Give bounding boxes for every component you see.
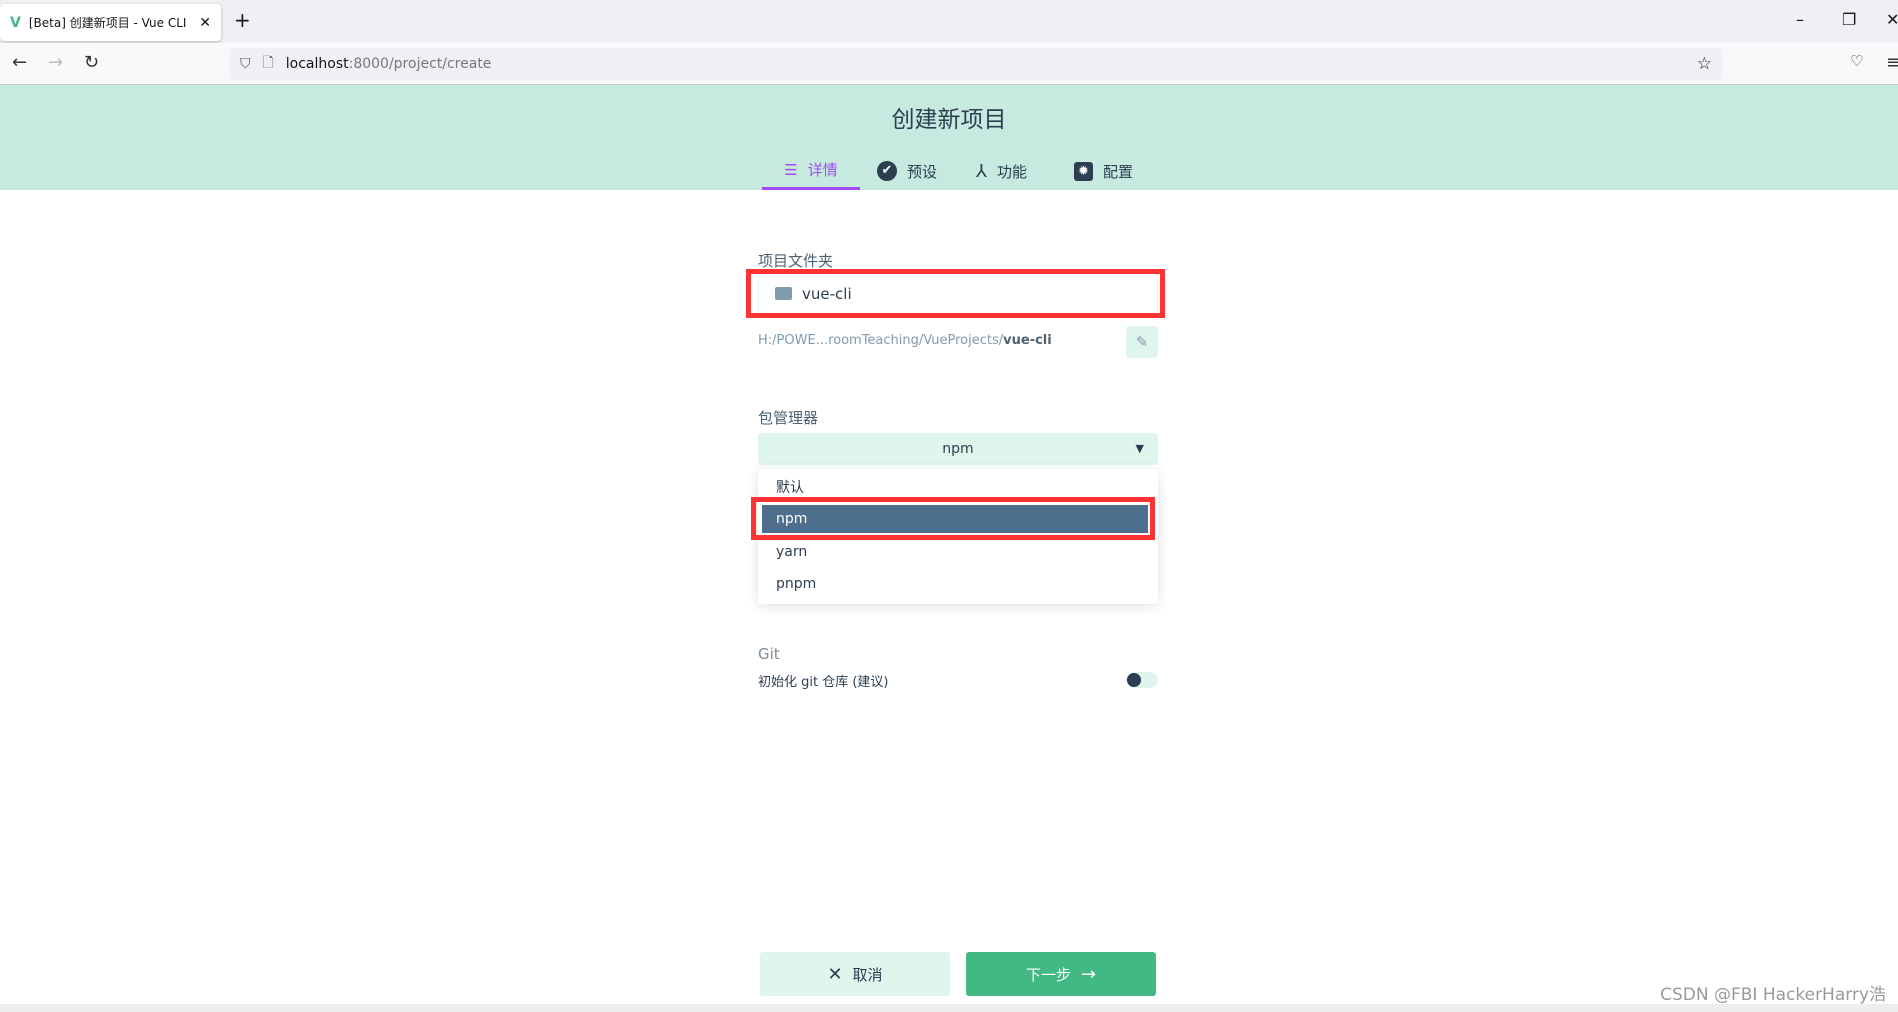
new-tab-button[interactable]: +: [234, 8, 251, 32]
option-yarn[interactable]: yarn: [762, 538, 1148, 566]
browser-tab[interactable]: V [Beta] 创建新项目 - Vue CLI ✕: [0, 4, 221, 41]
next-button[interactable]: 下一步 →: [966, 952, 1156, 996]
edit-path-button[interactable]: ✎: [1126, 326, 1158, 358]
reload-icon[interactable]: ↻: [84, 52, 99, 73]
project-path: H:/POWE...roomTeaching/VueProjects/vue-c…: [758, 333, 1052, 348]
tab-label: 配置: [1103, 162, 1134, 181]
path-name: vue-cli: [1003, 333, 1052, 348]
folder-label: 项目文件夹: [758, 252, 834, 270]
page-icon: 🗋: [262, 55, 274, 71]
package-manager-label: 包管理器: [758, 409, 819, 427]
tab-features[interactable]: ⅄ 功能: [976, 152, 1027, 190]
tab-config[interactable]: ✹ 配置: [1074, 152, 1133, 190]
close-icon: ✕: [827, 963, 843, 985]
menu-icon[interactable]: ≡: [1886, 52, 1898, 73]
bookmark-star-icon[interactable]: ☆: [1697, 54, 1712, 74]
forward-icon[interactable]: →: [48, 52, 63, 73]
next-label: 下一步: [1025, 965, 1071, 984]
window-close-icon[interactable]: ✕: [1886, 10, 1898, 29]
tab-presets[interactable]: ✔ 预设: [877, 152, 937, 190]
tab-label: 预设: [907, 162, 938, 181]
cancel-button[interactable]: ✕ 取消: [760, 952, 950, 996]
path-prefix: H:/POWE...roomTeaching/VueProjects/: [758, 333, 1004, 348]
pencil-icon: ✎: [1135, 333, 1149, 351]
tab-label: 详情: [807, 161, 838, 179]
list-icon: ☰: [784, 160, 798, 179]
highlight-box: [746, 269, 1165, 318]
vue-logo-icon: V: [10, 14, 21, 31]
watermark: CSDN @FBI HackerHarry浩: [1660, 985, 1886, 1005]
toggle-knob: [1127, 673, 1141, 687]
gear-icon: ✹: [1074, 161, 1093, 181]
highlight-box: [751, 497, 1155, 540]
tab-title: [Beta] 创建新项目 - Vue CLI: [28, 16, 187, 30]
git-init-label: 初始化 git 仓库 (建议): [758, 675, 889, 690]
minimize-icon[interactable]: –: [1796, 10, 1804, 29]
option-pnpm[interactable]: pnpm: [762, 570, 1148, 598]
pocket-icon[interactable]: ♡: [1850, 52, 1863, 70]
tab-label: 功能: [997, 162, 1028, 181]
url-bar[interactable]: ⛉ 🗋 localhost:8000/project/create ☆: [230, 48, 1722, 80]
cancel-label: 取消: [852, 965, 883, 984]
git-label: Git: [758, 645, 780, 663]
select-value: npm: [942, 441, 974, 457]
browser-tab-strip: [0, 0, 1898, 43]
chevron-down-icon: ▼: [1135, 442, 1144, 455]
git-init-toggle[interactable]: [1126, 672, 1158, 688]
shield-icon: ⛉: [240, 56, 251, 72]
url-path: :8000/project/create: [348, 56, 492, 72]
back-icon[interactable]: ←: [12, 52, 27, 73]
arrow-right-icon: →: [1080, 963, 1097, 985]
page-title: 创建新项目: [891, 107, 1007, 133]
restore-icon[interactable]: ❐: [1842, 10, 1856, 29]
tab-details[interactable]: ☰ 详情: [762, 152, 860, 190]
bottom-strip: [0, 1004, 1898, 1012]
fork-icon: ⅄: [976, 160, 987, 182]
package-manager-select[interactable]: npm ▼: [758, 433, 1158, 465]
url-host: localhost: [285, 56, 349, 72]
check-circle-icon: ✔: [877, 161, 897, 181]
close-tab-icon[interactable]: ✕: [199, 15, 211, 31]
